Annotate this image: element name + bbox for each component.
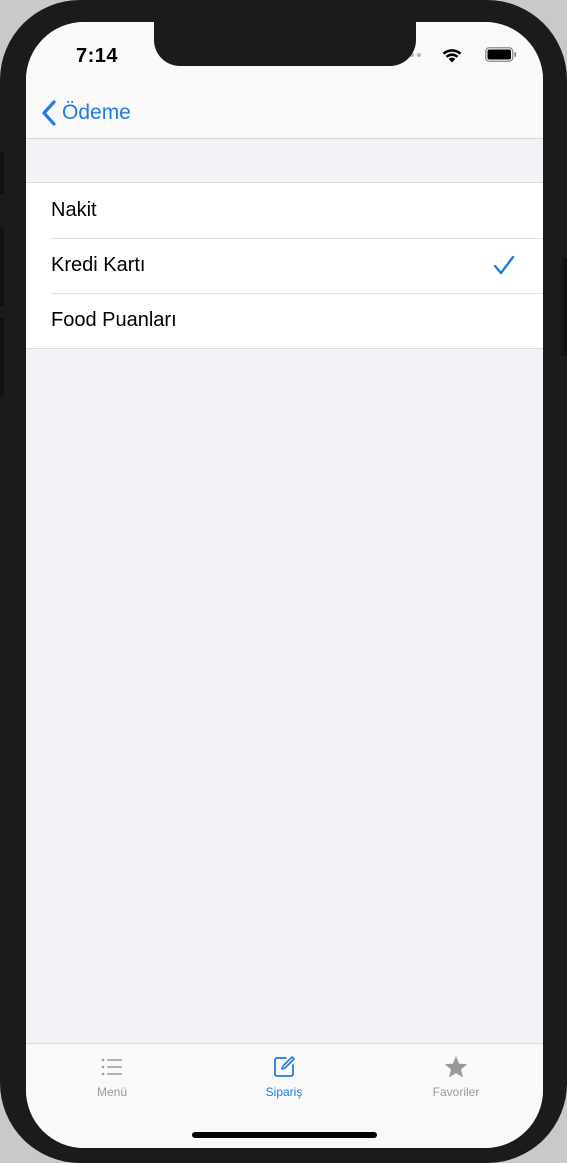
payment-option-label: Kredi Kartı [51,254,146,276]
star-icon [444,1056,468,1078]
volume-down-button [0,318,4,396]
payment-option-nakit[interactable]: Nakit [26,183,543,238]
payment-option-kredi-karti[interactable]: Kredi Kartı [26,238,543,293]
checkmark-icon [493,255,515,275]
device-frame: 7:14 Ödeme Nakit Kredi Kartı Food Puanla… [0,0,567,1163]
tab-label: Menü [96,1085,128,1099]
wifi-icon [442,49,462,63]
back-button-label: Ödeme [62,101,131,124]
tab-favoriler[interactable]: Favoriler [396,1054,516,1099]
tab-label: Favoriler [432,1085,480,1099]
home-indicator[interactable] [192,1132,377,1138]
payment-option-label: Nakit [51,199,97,221]
payment-option-food-puanlari[interactable]: Food Puanları [26,293,543,348]
chevron-left-icon [42,100,56,126]
payment-options-list: Nakit Kredi Kartı Food Puanları [26,182,543,349]
list-icon [101,1058,122,1076]
tab-siparis[interactable]: Sipariş [224,1054,344,1099]
tab-label: Sipariş [265,1085,303,1099]
mute-switch [0,152,4,194]
payment-option-label: Food Puanları [51,309,177,331]
compose-icon [274,1056,295,1077]
navigation-bar: Ödeme [26,88,543,139]
status-time: 7:14 [76,45,119,67]
battery-icon [485,47,517,62]
power-button [563,258,567,356]
volume-up-button [0,228,4,306]
tab-menu[interactable]: Menü [52,1054,172,1099]
back-button[interactable]: Ödeme [40,98,131,128]
screen: 7:14 Ödeme Nakit Kredi Kartı Food Puanla… [26,22,543,1148]
notch [154,22,416,66]
